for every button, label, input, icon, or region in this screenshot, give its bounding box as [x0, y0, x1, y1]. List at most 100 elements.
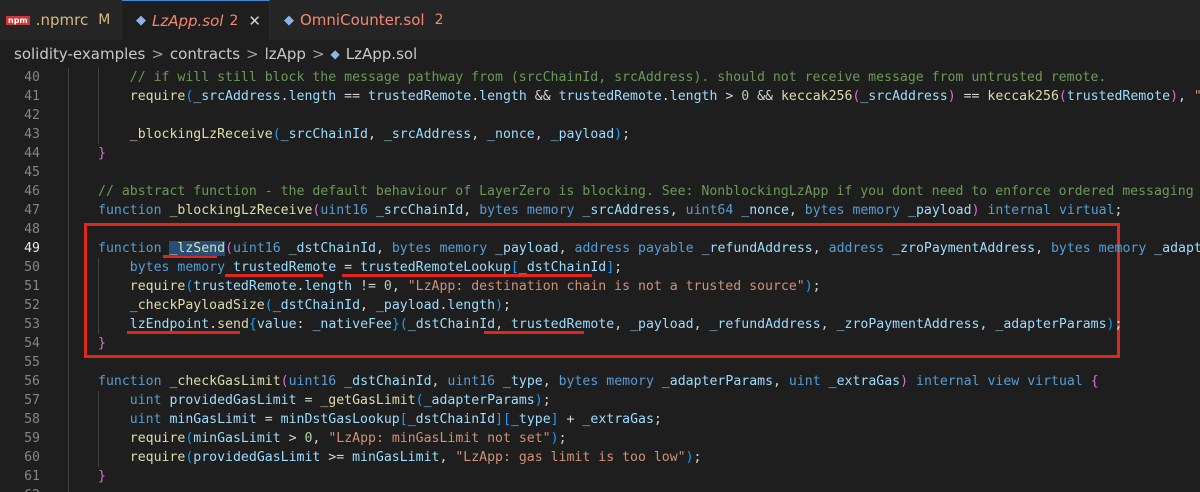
tab-label: LzApp.sol: [152, 11, 224, 30]
code-token: _blockingLzReceive: [129, 127, 273, 142]
breadcrumb-item[interactable]: contracts: [170, 45, 240, 63]
code-text: uint minGasLimit = minDstGasLookup[_dstC…: [98, 410, 662, 429]
code-token: ,: [542, 374, 559, 389]
code-token: ): [550, 431, 559, 446]
code-token: [: [510, 260, 519, 275]
code-text: require(_srcAddress.length == trustedRem…: [98, 87, 1200, 106]
code-line[interactable]: 42: [0, 106, 1200, 125]
code-token: length: [479, 89, 527, 104]
code-token: (: [399, 317, 408, 332]
tab-lzapp-sol[interactable]: ◆ LzApp.sol 2 ✕: [122, 0, 270, 40]
code-text: // if will still block the message pathw…: [98, 68, 1107, 87]
code-line[interactable]: 43 _blockingLzReceive(_srcChainId, _srcA…: [0, 125, 1200, 144]
code-line[interactable]: 54}: [0, 334, 1200, 353]
code-editor[interactable]: 40 // if will still block the message pa…: [0, 68, 1200, 492]
code-line[interactable]: 49 function _lzSend(uint16 _dstChainId, b…: [0, 239, 1200, 258]
code-token: ): [971, 203, 980, 218]
tab-npmrc[interactable]: npm .npmrc M: [0, 0, 122, 40]
code-token: ,: [360, 298, 376, 313]
code-text: lzEndpoint.send{value: _nativeFee}(_dstC…: [98, 315, 1123, 334]
line-number: 50: [24, 260, 40, 275]
code-token: !=: [352, 279, 384, 294]
code-token: memory: [439, 241, 488, 256]
code-token: ,: [375, 241, 392, 256]
code-token: (: [264, 298, 273, 313]
tab-omnicounter-sol[interactable]: ◆ OmniCounter.sol 2: [270, 0, 444, 40]
breadcrumb-item[interactable]: solidity-examples: [14, 45, 145, 63]
code-token: .: [661, 89, 670, 104]
code-token: ,: [391, 279, 408, 294]
code-line[interactable]: 61}: [0, 467, 1200, 486]
code-line[interactable]: 52 _checkPayloadSize(_dstChainId, _paylo…: [0, 296, 1200, 315]
line-number: 51: [24, 279, 40, 294]
code-token: (: [225, 241, 234, 256]
code-token: bytes: [479, 203, 519, 218]
code-token: uint16: [320, 203, 368, 218]
code-token: ): [534, 393, 543, 408]
code-line[interactable]: 62: [0, 486, 1200, 492]
line-number: 61: [24, 469, 40, 484]
code-token: "LzApp: destination chain is not a trust…: [407, 279, 805, 294]
code-line[interactable]: 50 bytes memory trustedRemote = trustedR…: [0, 258, 1200, 277]
code-token: bytes: [129, 260, 170, 275]
code-token: _nonce: [741, 203, 789, 218]
code-token: length: [447, 298, 496, 313]
code-token: {: [1090, 374, 1099, 389]
code-token: }: [98, 469, 106, 484]
code-token: _srcAddress: [193, 89, 281, 104]
code-token: ]: [550, 412, 559, 427]
line-number: 53: [24, 317, 40, 332]
code-token: memory: [177, 260, 226, 275]
code-token: _dstChainId: [288, 241, 376, 256]
code-token: require: [129, 279, 186, 294]
code-token: ;: [614, 260, 623, 275]
code-token: length: [669, 89, 718, 104]
code-line[interactable]: 51 require(trustedRemote.length != 0, "L…: [0, 277, 1200, 296]
code-line[interactable]: 56 function _checkGasLimit(uint16 _dstCha…: [0, 372, 1200, 391]
code-token: minGasLimit: [193, 431, 281, 446]
code-line[interactable]: 60 require(providedGasLimit >= minGasLim…: [0, 448, 1200, 467]
breadcrumb-item[interactable]: lzApp: [265, 45, 306, 63]
code-line[interactable]: 57 uint providedGasLimit = _getGasLimit(…: [0, 391, 1200, 410]
code-token: _payload: [630, 317, 694, 332]
code-token: send: [217, 317, 249, 332]
code-line[interactable]: 48: [0, 220, 1200, 239]
code-token: _dstChainId: [407, 412, 496, 427]
code-line[interactable]: 55: [0, 353, 1200, 372]
code-line[interactable]: 45: [0, 163, 1200, 182]
code-token: ;: [542, 393, 551, 408]
line-number: 46: [24, 184, 40, 199]
code-line[interactable]: 46 // abstract function - the default beh…: [0, 182, 1200, 201]
code-token: ,: [534, 127, 551, 142]
code-token: trustedRemote: [1066, 89, 1171, 104]
code-line[interactable]: 58 uint minGasLimit = minDstGasLookup[_d…: [0, 410, 1200, 429]
code-token: bytes: [558, 374, 599, 389]
code-token: _type: [503, 374, 543, 389]
code-token: require: [129, 89, 186, 104]
solidity-icon: ◆: [330, 47, 340, 61]
code-line[interactable]: 53 lzEndpoint.send{value: _nativeFee}(_d…: [0, 315, 1200, 334]
code-line[interactable]: 44}: [0, 144, 1200, 163]
code-text: }: [98, 144, 106, 163]
code-token: =: [256, 412, 281, 427]
code-line[interactable]: 41 require(_srcAddress.length == trusted…: [0, 87, 1200, 106]
code-token: =: [296, 393, 321, 408]
breadcrumb-file[interactable]: LzApp.sol: [346, 45, 417, 63]
close-icon[interactable]: ✕: [248, 12, 261, 30]
code-text: // abstract function - the default behav…: [98, 182, 1194, 201]
code-token: trustedRemoteLookup: [360, 260, 511, 275]
code-token: ;: [558, 431, 567, 446]
code-token: _extraGas: [828, 374, 901, 389]
code-text: function _lzSend(uint16 _dstChainId, byt…: [98, 239, 1200, 258]
code-token: // if will still block the message pathw…: [98, 70, 1107, 85]
code-line[interactable]: 59 require(minGasLimit > 0, "LzApp: minG…: [0, 429, 1200, 448]
code-line[interactable]: 47 function _blockingLzReceive(uint16 _sr…: [0, 201, 1200, 220]
code-line[interactable]: 40 // if will still block the message pa…: [0, 68, 1200, 87]
line-number: 55: [24, 355, 40, 370]
